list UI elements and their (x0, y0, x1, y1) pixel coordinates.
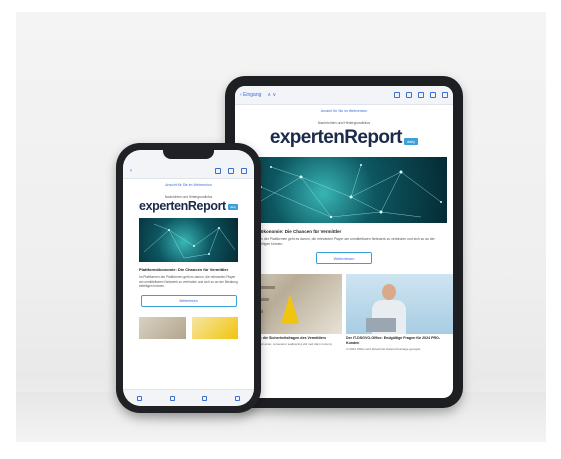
folder-icon[interactable] (228, 168, 234, 174)
product-mockup-scene: ‹ Eingang ∧ ∨ Ansicht für Sie im Webvers… (0, 0, 561, 459)
wet-floor-thumbnail[interactable] (191, 316, 238, 339)
phone-device: ‹ Ansicht für Sie im Webversion Nachrich… (116, 143, 261, 413)
article-cards: Sich absichern: die Sicherheitsfragen de… (235, 274, 453, 351)
folder-icon[interactable] (169, 395, 175, 401)
article-headline: Plattformökonomie: Die Chancen für Vermi… (139, 267, 229, 272)
reply-icon[interactable] (430, 92, 436, 98)
brand-wordmark: expertenReport (139, 199, 226, 213)
flag-icon[interactable] (394, 92, 400, 98)
compose-icon[interactable] (235, 395, 241, 401)
archive-icon[interactable] (136, 395, 142, 401)
flag-icon[interactable] (215, 168, 221, 174)
brand-logo: expertenReport daily (123, 199, 254, 213)
brand-tag: daily (227, 204, 238, 210)
hero-image (139, 218, 238, 262)
article-teaser: Im Plattformen der Plattformen geht es d… (139, 275, 238, 289)
tablet-screen: ‹ Eingang ∧ ∨ Ansicht für Sie im Webvers… (235, 86, 453, 398)
brand-logo: expertenReport daily (241, 127, 447, 149)
network-graphic (143, 223, 236, 259)
network-graphic (250, 164, 442, 219)
phone-bottom-bar (123, 389, 254, 406)
read-more-button[interactable]: Weiterlesen (316, 252, 372, 265)
compose-icon[interactable] (442, 92, 448, 98)
trash-icon[interactable] (241, 168, 247, 174)
stairs-thumbnail[interactable] (139, 316, 186, 339)
trash-icon[interactable] (418, 92, 424, 98)
phone-notch (163, 150, 214, 159)
back-to-inbox-link[interactable]: ‹ Eingang (240, 92, 261, 98)
hero-image (241, 157, 447, 223)
card-text: In 2024 Office wird aktuell die Datensch… (346, 346, 421, 351)
tablet-mail-toolbar: ‹ Eingang ∧ ∨ (235, 86, 453, 105)
back-chevron-icon[interactable]: ‹ (130, 168, 132, 174)
article-headline: Plattformökonomie: Die Chancen für Vermi… (241, 229, 342, 234)
webversion-link[interactable]: Ansicht für Sie im Webversion (241, 109, 447, 113)
read-more-button[interactable]: Weiterlesen (140, 294, 237, 307)
article-thumbnails (139, 316, 238, 339)
message-nav-arrows[interactable]: ∧ ∨ (267, 92, 276, 98)
newsletter-subtitle: Nachrichten und Hintergrundinfos (317, 121, 371, 125)
reply-icon[interactable] (202, 395, 208, 401)
brand-tag: daily (403, 138, 419, 145)
webversion-link[interactable]: Ansicht für Sie im Webversion (123, 183, 254, 187)
phone-screen: ‹ Ansicht für Sie im Webversion Nachrich… (123, 150, 254, 406)
folder-icon[interactable] (406, 92, 412, 98)
brand-wordmark: expertenReport (269, 127, 403, 148)
article-card[interactable]: Der IT-DSGVO-Office: Endgültige Fragen f… (346, 274, 453, 351)
wet-floor-sign-icon (281, 294, 299, 325)
article-teaser: Im Plattformen der Plattformen geht es d… (241, 237, 435, 246)
card-title: Der IT-DSGVO-Office: Endgültige Fragen f… (346, 336, 441, 345)
office-worker-image (346, 274, 453, 335)
